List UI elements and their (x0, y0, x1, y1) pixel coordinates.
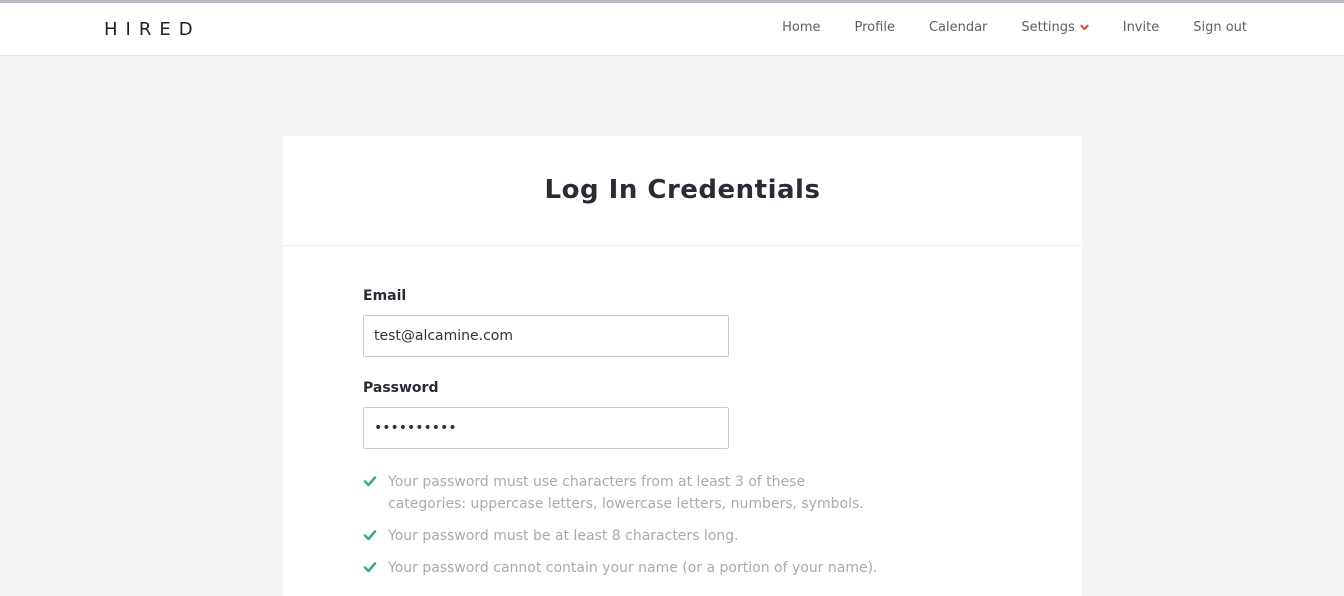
password-rule: Your password must use characters from a… (363, 471, 883, 515)
nav-home-link[interactable]: Home (782, 20, 820, 35)
password-rule-text: Your password cannot contain your name (… (388, 560, 878, 576)
nav-sign-out-link[interactable]: Sign out (1193, 20, 1247, 35)
email-field[interactable] (363, 315, 729, 357)
navbar: HIRED Home Profile Calendar Settings Inv… (0, 3, 1344, 56)
password-label: Password (363, 380, 439, 396)
nav-invite-label: Invite (1122, 20, 1160, 35)
password-rule-text: Your password must be at least 8 charact… (388, 528, 739, 544)
card-header: Log In Credentials (283, 136, 1082, 246)
nav-home-label: Home (782, 20, 821, 35)
check-icon (363, 476, 377, 487)
nav-settings-label: Settings (1021, 20, 1075, 35)
password-rule: Your password must be at least 8 charact… (363, 525, 883, 547)
check-icon (363, 562, 377, 573)
password-rule-text: Your password must use characters from a… (388, 474, 864, 512)
hired-logo[interactable]: HIRED (104, 19, 201, 40)
nav-sign-out-label: Sign out (1193, 20, 1247, 35)
nav-profile-link[interactable]: Profile (855, 20, 895, 35)
nav-calendar-label: Calendar (928, 20, 988, 35)
chevron-down-icon (1080, 24, 1089, 31)
password-rule: Your password cannot contain your name (… (363, 557, 883, 579)
password-field[interactable] (363, 407, 729, 449)
nav-invite-link[interactable]: Invite (1123, 20, 1159, 35)
credentials-card: Log In Credentials Email Password Your p… (283, 136, 1082, 596)
credentials-form: Email Password (363, 288, 729, 449)
check-icon (363, 530, 377, 541)
nav-settings-dropdown[interactable]: Settings (1021, 20, 1089, 35)
email-label: Email (363, 288, 407, 304)
nav-profile-label: Profile (854, 20, 895, 35)
nav-links: Home Profile Calendar Settings Invite Si… (782, 20, 1247, 35)
nav-calendar-link[interactable]: Calendar (929, 20, 987, 35)
page-title: Log In Credentials (544, 174, 821, 205)
password-rules-list: Your password must use characters from a… (363, 471, 883, 589)
